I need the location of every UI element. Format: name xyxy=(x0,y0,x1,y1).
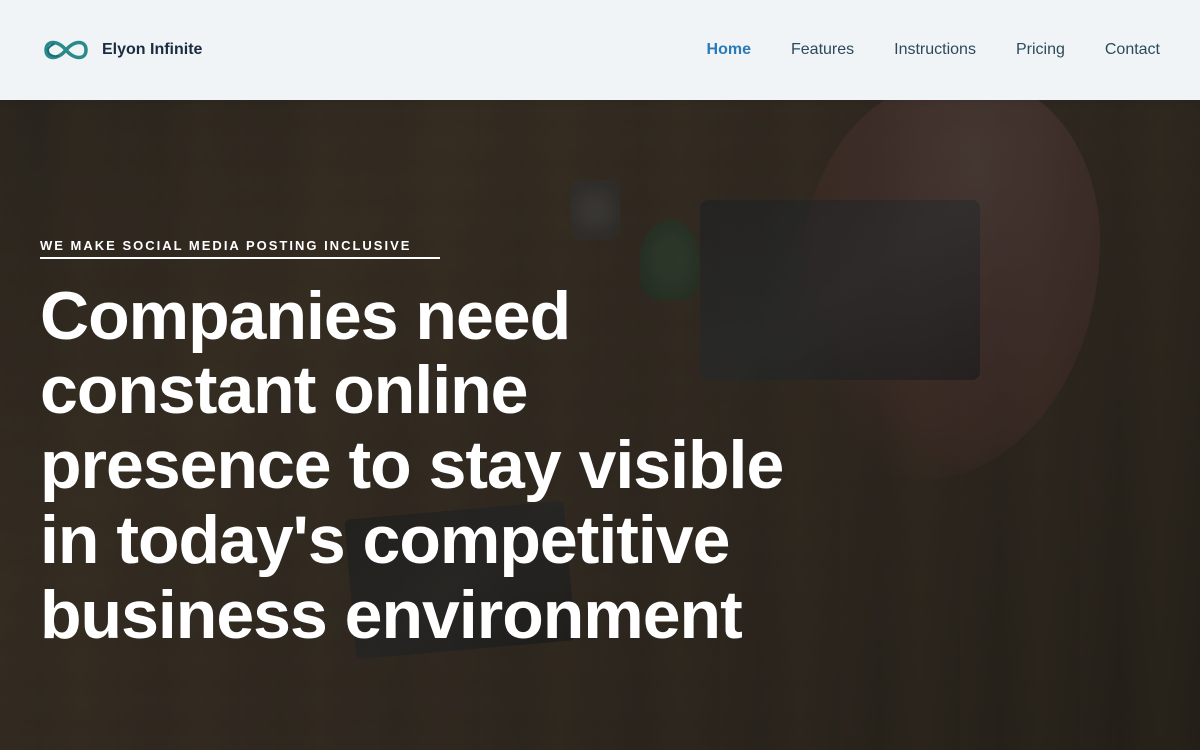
nav-link-contact[interactable]: Contact xyxy=(1105,41,1160,59)
navbar: Elyon Infinite Home Features Instruction… xyxy=(0,0,1200,100)
brand-name: Elyon Infinite xyxy=(102,40,202,59)
logo-text: Elyon Infinite xyxy=(102,40,202,59)
nav-links: Home Features Instructions Pricing Conta… xyxy=(707,41,1160,59)
hero-tagline: WE MAKE SOCIAL MEDIA POSTING INCLUSIVE xyxy=(40,238,440,259)
logo-area[interactable]: Elyon Infinite xyxy=(40,24,202,76)
hero-section: WE MAKE SOCIAL MEDIA POSTING INCLUSIVE C… xyxy=(0,0,1200,750)
nav-link-pricing[interactable]: Pricing xyxy=(1016,41,1065,59)
hero-content: WE MAKE SOCIAL MEDIA POSTING INCLUSIVE C… xyxy=(0,100,1200,750)
nav-link-instructions[interactable]: Instructions xyxy=(894,41,976,59)
nav-link-features[interactable]: Features xyxy=(791,41,854,59)
logo-icon xyxy=(40,24,92,76)
nav-link-home[interactable]: Home xyxy=(707,41,751,59)
hero-headline: Companies need constant online presence … xyxy=(40,279,800,653)
